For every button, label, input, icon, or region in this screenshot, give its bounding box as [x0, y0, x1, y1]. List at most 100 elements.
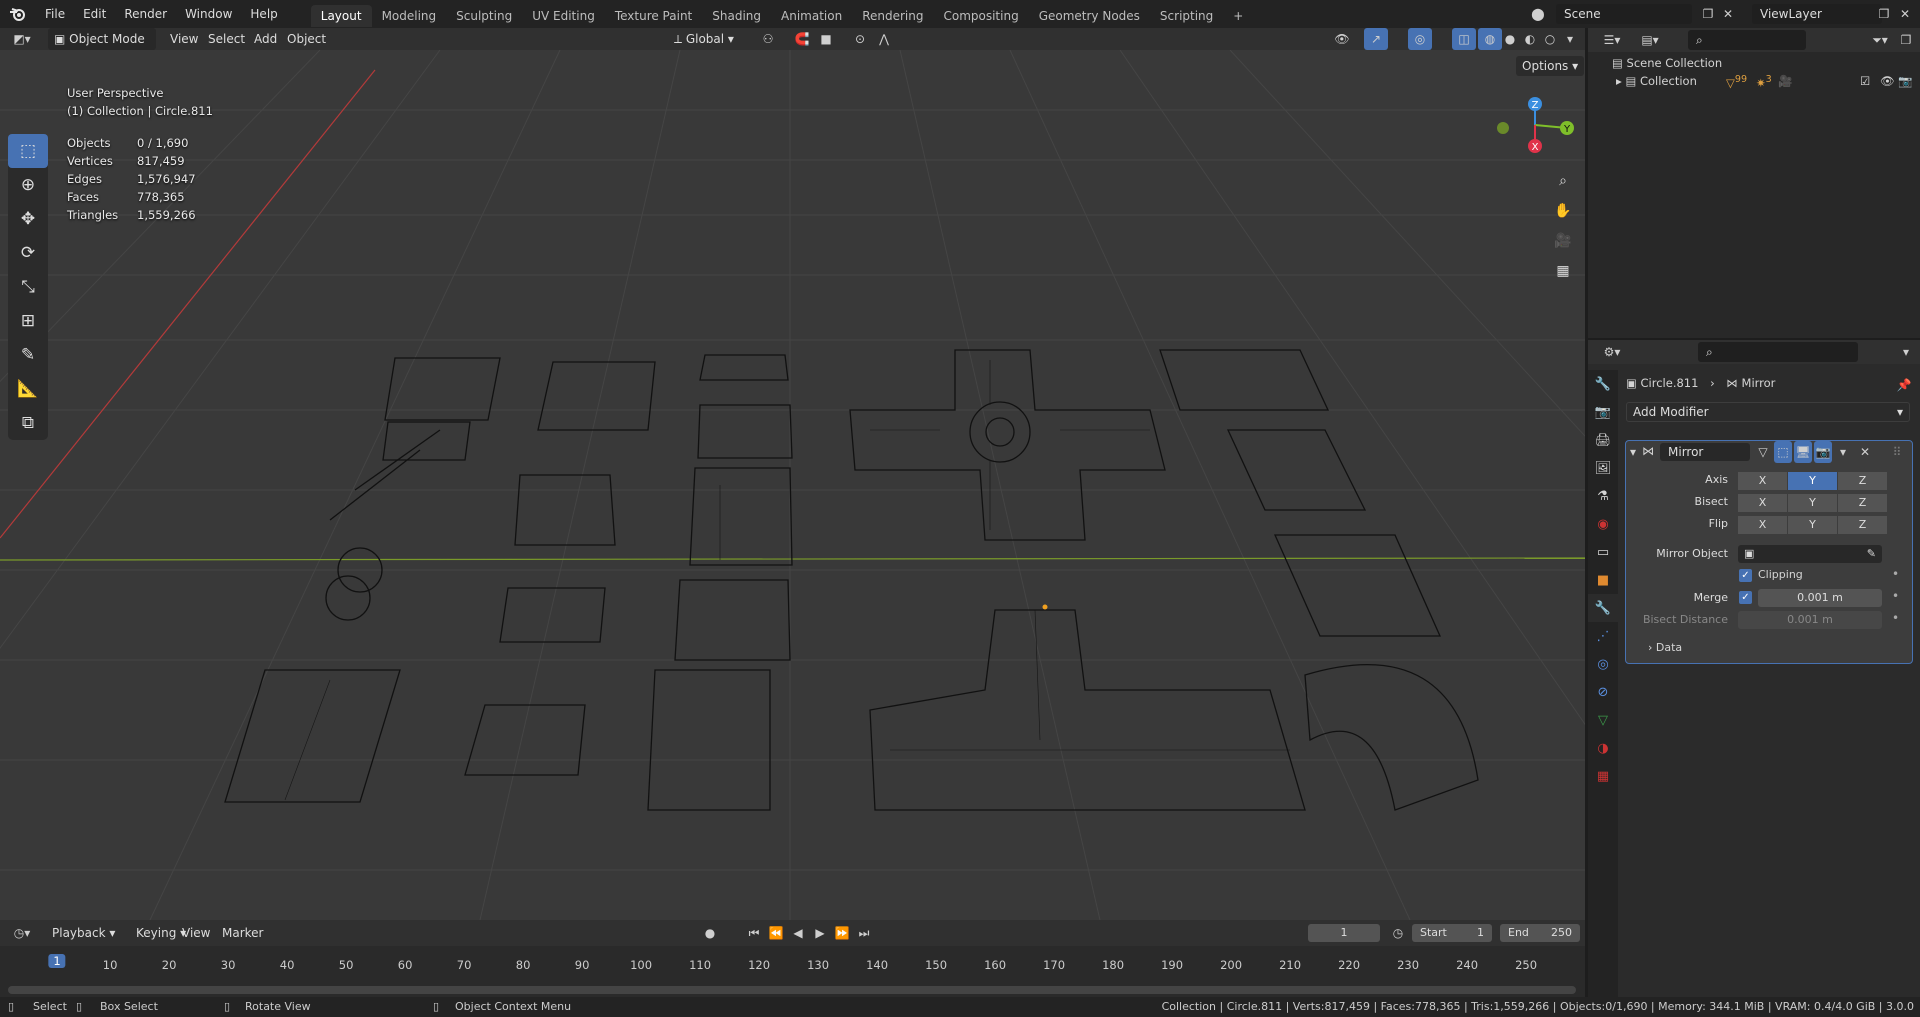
view-layer-field[interactable]: ViewLayer	[1752, 4, 1882, 24]
pivot-icon[interactable]: ⚇	[756, 28, 780, 50]
scene-field[interactable]: Scene	[1556, 4, 1692, 24]
menu-object[interactable]: Object	[281, 28, 332, 50]
tab-compositing[interactable]: Compositing	[933, 5, 1028, 27]
render-icon[interactable]: 📷	[1814, 441, 1832, 463]
navigation-gizmo[interactable]: Z Y X	[1495, 90, 1575, 160]
end-frame-field[interactable]: End 250	[1500, 924, 1580, 942]
axis-z-toggle[interactable]: Z	[1838, 472, 1887, 490]
timeline-view-menu[interactable]: View	[176, 922, 216, 944]
transform-tool-icon[interactable]: ⊞	[8, 304, 48, 338]
snap-target-icon[interactable]: ■	[814, 28, 838, 50]
visibility-icon[interactable]: 👁	[1330, 28, 1354, 50]
particles-tab-icon[interactable]: ⋰	[1588, 622, 1618, 650]
xray-icon[interactable]: ◫	[1452, 28, 1476, 50]
properties-options-icon[interactable]: ▾	[1894, 341, 1918, 363]
frame-ruler[interactable]: 1 10 20 30 40 50 60 70 80 90 100 110 120 130 140 150 160…	[0, 946, 1585, 976]
remove-modifier-icon[interactable]: ✕	[1856, 441, 1874, 463]
ortho-grid-icon[interactable]: ▦	[1550, 258, 1576, 284]
edit-cage-icon[interactable]: ▽	[1754, 441, 1772, 463]
add-workspace-icon[interactable]: +	[1223, 5, 1253, 27]
scene-icon[interactable]: ⬤	[1526, 3, 1550, 25]
scene-tab-icon[interactable]: ⚗	[1588, 482, 1618, 510]
3d-viewport[interactable]: ⬚ ⊕ ✥ ⟳ ⤡ ⊞ ✎ 📐 ⧉ User Perspective (1) C…	[0, 50, 1585, 920]
bisect-distance-field[interactable]: 0.001 m	[1738, 611, 1882, 629]
object-tab-icon[interactable]: ■	[1588, 566, 1618, 594]
falloff-icon[interactable]: ⋀	[872, 28, 896, 50]
modifier-tab-icon[interactable]: 🔧	[1588, 594, 1618, 622]
menu-window[interactable]: Window	[176, 0, 241, 28]
edit-mode-icon[interactable]: ⬚	[1774, 441, 1792, 463]
close-view-layer-icon[interactable]: ✕	[1893, 3, 1917, 25]
tab-shading[interactable]: Shading	[702, 5, 771, 27]
merge-checkbox[interactable]: ✓	[1739, 591, 1752, 604]
bisect-x-toggle[interactable]: X	[1738, 494, 1787, 512]
data-tab-icon[interactable]: ▽	[1588, 706, 1618, 734]
shading-options-icon[interactable]: ▾	[1558, 28, 1582, 50]
jump-start-icon[interactable]: ⏮	[742, 922, 766, 944]
flip-x-toggle[interactable]: X	[1738, 516, 1787, 534]
filter-icon[interactable]: ⏷▾	[1868, 29, 1892, 51]
proportional-edit-icon[interactable]: ⊙	[848, 28, 872, 50]
gizmo-toggle-icon[interactable]: ↗	[1364, 28, 1388, 50]
tab-animation[interactable]: Animation	[771, 5, 852, 27]
physics-tab-icon[interactable]: ◎	[1588, 650, 1618, 678]
add-cube-tool-icon[interactable]: ⧉	[8, 406, 48, 440]
render-tab-icon[interactable]: 📷	[1588, 398, 1618, 426]
play-icon[interactable]: ▶	[808, 922, 832, 944]
view-layer-tab-icon[interactable]: 🖼	[1588, 454, 1618, 482]
display-mode-icon[interactable]: ▤▾	[1638, 29, 1662, 51]
properties-search-input[interactable]: ⌕	[1698, 342, 1858, 362]
modifier-menu-icon[interactable]: ▾	[1834, 441, 1852, 463]
collection-tab-icon[interactable]: ▭	[1588, 538, 1618, 566]
world-tab-icon[interactable]: ◉	[1588, 510, 1618, 538]
view-layer-icon[interactable]	[1723, 3, 1747, 25]
start-frame-field[interactable]: Start 1	[1412, 924, 1492, 942]
flip-y-toggle[interactable]: Y	[1788, 516, 1837, 534]
clipping-checkbox[interactable]: ✓	[1739, 569, 1752, 582]
scale-tool-icon[interactable]: ⤡	[8, 270, 48, 304]
texture-tab-icon[interactable]: ▦	[1588, 762, 1618, 790]
flip-z-toggle[interactable]: Z	[1838, 516, 1887, 534]
axis-y-toggle[interactable]: Y	[1788, 472, 1837, 490]
blender-logo-icon[interactable]	[0, 0, 36, 28]
move-tool-icon[interactable]: ✥	[8, 202, 48, 236]
mirror-object-field[interactable]: ▣ ✎	[1738, 545, 1882, 563]
menu-file[interactable]: File	[36, 0, 74, 28]
tool-tab-icon[interactable]: 🔧	[1588, 370, 1618, 398]
cursor-tool-icon[interactable]: ⊕	[8, 168, 48, 202]
playhead[interactable]: 1	[48, 954, 66, 968]
zoom-icon[interactable]: ⌕	[1550, 168, 1576, 194]
data-subpanel[interactable]: › Data	[1648, 641, 1682, 654]
collapse-arrow-icon[interactable]: ▾	[1630, 445, 1636, 459]
timeline-editor-type-icon[interactable]: ◷▾	[10, 922, 34, 944]
new-collection-icon[interactable]: ❐	[1894, 29, 1918, 51]
merge-distance-field[interactable]: 0.001 m	[1758, 589, 1882, 607]
timeline-scrollbar[interactable]	[8, 986, 1576, 994]
menu-edit[interactable]: Edit	[74, 0, 115, 28]
record-icon[interactable]: ●	[698, 922, 722, 944]
tab-layout[interactable]: Layout	[310, 5, 372, 27]
tab-uv-editing[interactable]: UV Editing	[522, 5, 605, 27]
outliner-search-input[interactable]: ⌕	[1688, 30, 1806, 50]
tab-rendering[interactable]: Rendering	[852, 5, 933, 27]
axis-x-toggle[interactable]: X	[1738, 472, 1787, 490]
menu-render[interactable]: Render	[115, 0, 176, 28]
properties-editor-type-icon[interactable]: ⚙▾	[1600, 341, 1624, 363]
orientation-select[interactable]: ⟂ Global ▾	[668, 28, 740, 50]
bisect-y-toggle[interactable]: Y	[1788, 494, 1837, 512]
menu-view[interactable]: View	[164, 28, 204, 50]
annotate-tool-icon[interactable]: ✎	[8, 338, 48, 372]
drag-handle-icon[interactable]: ⠿	[1888, 441, 1906, 463]
tab-texture-paint[interactable]: Texture Paint	[605, 5, 702, 27]
clipping-keyframe-dot-icon[interactable]: •	[1892, 567, 1899, 581]
jump-keyframe-forward-icon[interactable]: ⏩	[830, 922, 854, 944]
menu-help[interactable]: Help	[241, 0, 286, 28]
output-tab-icon[interactable]: 🖨	[1588, 426, 1618, 454]
material-tab-icon[interactable]: ◑	[1588, 734, 1618, 762]
editor-type-icon[interactable]: ◩▾	[10, 28, 34, 50]
mode-select[interactable]: ▣ Object Mode ▾	[48, 28, 156, 68]
timeline-playback-menu[interactable]: Playback ▾	[46, 922, 121, 944]
menu-select[interactable]: Select	[202, 28, 251, 50]
render-camera-icon[interactable]: 📷	[1898, 74, 1912, 88]
constraints-tab-icon[interactable]: ⊘	[1588, 678, 1618, 706]
